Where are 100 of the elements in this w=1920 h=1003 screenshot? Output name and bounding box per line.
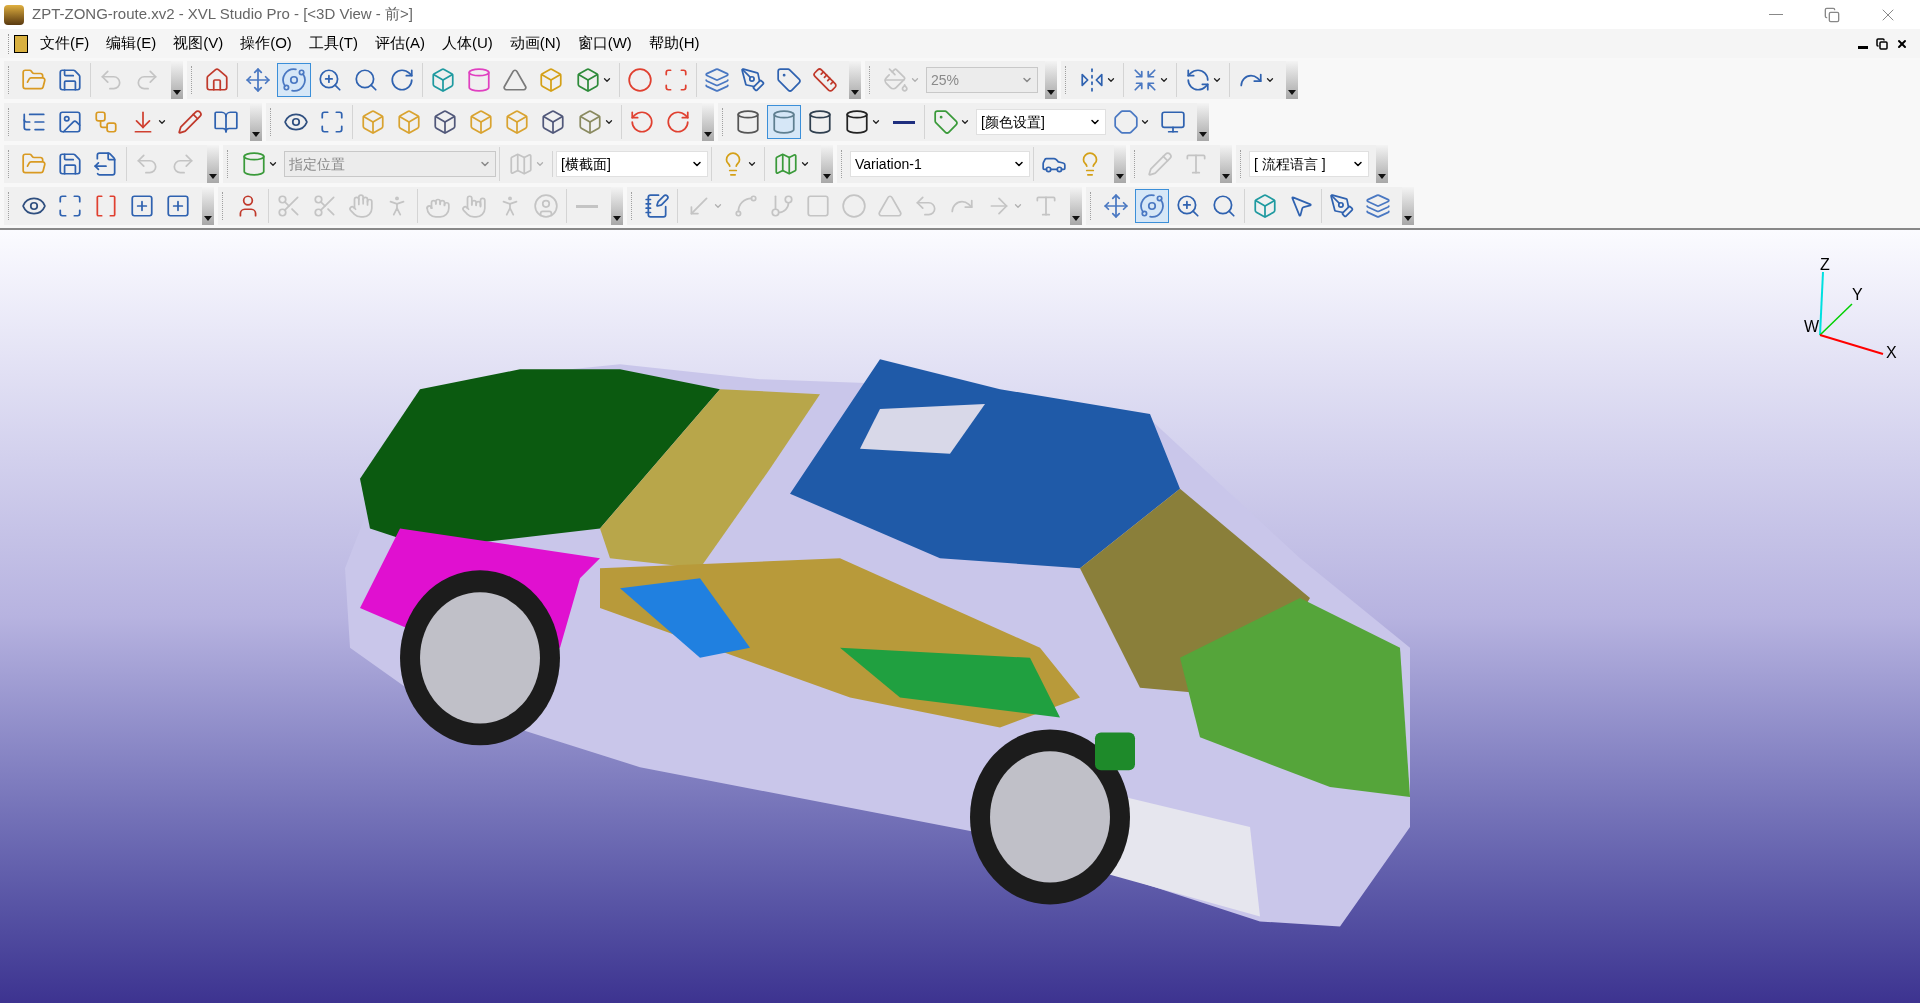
minimize-icon — [1769, 14, 1783, 15]
menu-item[interactable]: 工具(T) — [308, 32, 358, 55]
zoom-in-icon — [317, 67, 343, 93]
menu-item[interactable]: 人体(U) — [442, 32, 493, 55]
text-icon — [1033, 193, 1059, 219]
toolbar-grip[interactable] — [1197, 103, 1209, 141]
triangle-icon — [877, 193, 903, 219]
toolbar-grip[interactable] — [250, 103, 262, 141]
caret-icon — [746, 159, 757, 169]
z-axis-line — [1819, 271, 1824, 336]
cube-icon — [396, 109, 422, 135]
caret-icon — [1012, 201, 1023, 211]
toolbar-grip[interactable] — [1286, 61, 1298, 99]
menu-item[interactable]: 评估(A) — [375, 32, 425, 55]
x-axis-line — [1819, 334, 1884, 355]
toolbar-grip[interactable] — [1045, 61, 1057, 99]
caret-icon — [909, 75, 920, 85]
pencil-icon — [1147, 151, 1173, 177]
toolbar-grip[interactable] — [1220, 145, 1232, 183]
toolbar-grip[interactable] — [849, 61, 861, 99]
cube-icon — [432, 109, 458, 135]
caret-icon — [603, 117, 614, 127]
text-icon — [1183, 151, 1209, 177]
dropdown-field[interactable]: Variation-1 — [850, 151, 1030, 177]
export-icon — [93, 151, 119, 177]
toolbar-grip[interactable] — [821, 145, 833, 183]
paint-bucket-icon — [882, 67, 909, 93]
toolbar-grip[interactable] — [202, 187, 214, 225]
toolbar-grip[interactable] — [171, 61, 183, 99]
y-axis-line — [1819, 303, 1853, 336]
zoom-box-icon — [353, 67, 379, 93]
move-arrows-icon — [245, 67, 271, 93]
caret-icon — [601, 75, 612, 85]
dropdown-field[interactable]: [颜色设置] — [976, 109, 1106, 135]
cube-icon — [360, 109, 386, 135]
toolbar-grip[interactable] — [207, 145, 219, 183]
home-icon — [204, 67, 230, 93]
curve-icon — [733, 193, 759, 219]
menu-item[interactable]: 编辑(E) — [106, 32, 157, 55]
dash-icon — [576, 204, 598, 208]
menu-item[interactable]: 操作(O) — [240, 32, 292, 55]
axis-label: Y — [1852, 286, 1863, 303]
dropdown-field[interactable]: [ 流程语言 ] — [1249, 151, 1369, 177]
orbit-icon — [1139, 193, 1165, 219]
cube-icon — [468, 109, 494, 135]
menu-item[interactable]: 动画(N) — [509, 32, 561, 55]
frame-plus-icon — [129, 193, 155, 219]
rectangle-icon — [805, 193, 831, 219]
wire-cylinder-icon — [735, 109, 761, 135]
cube-icon — [504, 109, 530, 135]
axis-label: W — [1804, 318, 1820, 335]
fit-frame-icon — [319, 109, 345, 135]
toolbar-grip[interactable] — [1376, 145, 1388, 183]
toolbar-grip[interactable] — [702, 103, 714, 141]
mdi-close-icon[interactable] — [1896, 37, 1908, 50]
branch-icon — [769, 193, 795, 219]
caret-icon — [712, 201, 723, 211]
ellipse-icon — [841, 193, 867, 219]
caret-icon — [870, 117, 881, 127]
cube-icon — [576, 109, 603, 135]
fit-frame-icon — [57, 193, 83, 219]
menu-item[interactable]: 视图(V) — [173, 32, 224, 55]
rotate-left-icon — [629, 109, 655, 135]
menu-item[interactable]: 文件(F) — [40, 32, 90, 55]
circle-person-icon — [533, 193, 559, 219]
axis-label: Z — [1820, 256, 1830, 273]
document-icon[interactable] — [14, 34, 28, 53]
caret-icon — [799, 159, 810, 169]
restore-icon — [1824, 6, 1840, 23]
open-folder-icon — [21, 67, 47, 93]
toolbar-grip[interactable] — [1070, 187, 1082, 225]
cube-icon — [540, 109, 566, 135]
dark-cylinder-icon — [807, 109, 833, 135]
bracket-frame-icon — [93, 193, 119, 219]
circle-arrow-icon — [1184, 67, 1211, 93]
dropdown-field[interactable]: [横截面] — [556, 151, 708, 177]
caret-icon — [1211, 75, 1222, 85]
shaded-cylinder-icon — [771, 109, 797, 135]
zoom-in-icon — [1175, 193, 1201, 219]
caret-icon — [959, 117, 970, 127]
tag-icon — [932, 109, 959, 135]
caret-icon — [1264, 75, 1275, 85]
menu-item[interactable]: 窗口(W) — [577, 32, 632, 55]
open-folder-icon — [21, 151, 47, 177]
toolbar-grip[interactable] — [611, 187, 623, 225]
hand-icon — [348, 193, 374, 219]
toolbar-grip[interactable] — [1114, 145, 1126, 183]
stacked-layers-icon — [704, 67, 730, 93]
save-icon — [57, 151, 83, 177]
mdi-restore-icon[interactable] — [1876, 37, 1888, 50]
3d-viewport[interactable]: Z Y W X — [0, 228, 1920, 1003]
rotate-right-icon — [665, 109, 691, 135]
octagon-icon — [1112, 109, 1139, 135]
toolbar-grip[interactable] — [1402, 187, 1414, 225]
menu-item[interactable]: 帮助(H) — [648, 32, 700, 55]
frame-plus-icon — [165, 193, 191, 219]
caret-icon — [267, 159, 278, 169]
caret-icon — [534, 159, 545, 169]
orbit-icon — [281, 67, 307, 93]
caret-icon — [1158, 75, 1169, 85]
